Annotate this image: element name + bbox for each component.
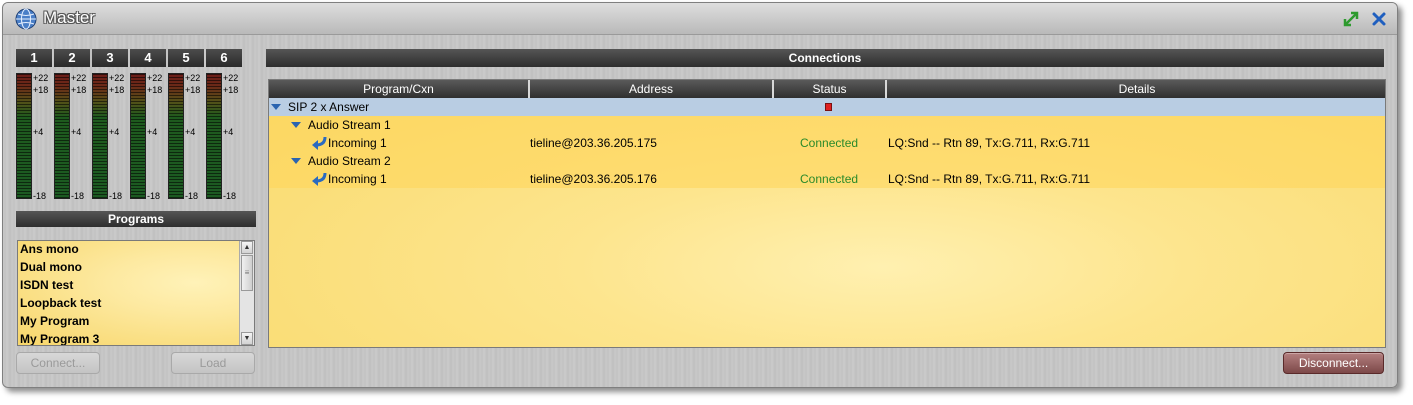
- table-row[interactable]: Audio Stream 1: [269, 116, 1385, 134]
- connection-address: tieline@203.36.205.176: [530, 172, 657, 186]
- meter-scale-label: +22: [71, 73, 87, 83]
- program-item-loopback-test[interactable]: Loopback test: [18, 295, 254, 313]
- globe-icon: [15, 8, 37, 30]
- connection-status: Connected: [800, 136, 859, 150]
- meter-scale-label: -18: [185, 191, 199, 201]
- incoming-arrow-icon: [310, 171, 328, 187]
- meter-bar: [168, 73, 184, 199]
- title-bar[interactable]: Master: [3, 3, 1397, 35]
- connection-details: LQ:Snd -- Rtn 89, Tx:G.711, Rx:G.711: [888, 172, 1091, 186]
- meter-channel-1-header: 1: [16, 49, 52, 67]
- stream-name: Audio Stream 2: [308, 154, 391, 168]
- level-meter-2: +22 +18 +4 -18: [54, 73, 90, 201]
- connection-address: tieline@203.36.205.175: [530, 136, 657, 150]
- connection-name: Incoming 1: [328, 136, 387, 150]
- meter-scale-label: -18: [109, 191, 123, 201]
- column-header-status[interactable]: Status: [774, 80, 887, 98]
- meter-scale-label: +4: [71, 127, 82, 137]
- meter-scale-label: +22: [223, 73, 239, 83]
- scroll-down-icon[interactable]: ▼: [241, 332, 253, 345]
- expand-triangle-icon[interactable]: [291, 122, 301, 128]
- table-row[interactable]: Incoming 1 tieline@203.36.205.176 Connec…: [269, 170, 1385, 188]
- connection-details: LQ:Snd -- Rtn 89, Tx:G.711, Rx:G.711: [888, 136, 1091, 150]
- meter-scale-label: -18: [33, 191, 47, 201]
- programs-scrollbar[interactable]: ▲ ≡ ▼: [239, 241, 254, 345]
- level-meter-3: +22 +18 +4 -18: [92, 73, 128, 201]
- program-item-dual-mono[interactable]: Dual mono: [18, 259, 254, 277]
- meter-scale-label: +4: [109, 127, 120, 137]
- meter-channel-4-header: 4: [130, 49, 166, 67]
- column-header-address[interactable]: Address: [530, 80, 774, 98]
- column-header-details[interactable]: Details: [887, 80, 1385, 98]
- disconnect-button[interactable]: Disconnect...: [1283, 352, 1384, 374]
- connections-header: Connections: [266, 49, 1384, 67]
- level-meter-1: +22 +18 +4 -18: [16, 73, 52, 201]
- meter-channel-2-header: 2: [54, 49, 90, 67]
- table-row[interactable]: SIP 2 x Answer: [269, 98, 1385, 116]
- program-name: SIP 2 x Answer: [288, 100, 370, 114]
- incoming-arrow-icon: [310, 135, 328, 151]
- load-button[interactable]: Load: [171, 352, 255, 374]
- meter-scale-label: +18: [147, 85, 163, 95]
- table-row[interactable]: Incoming 1 tieline@203.36.205.175 Connec…: [269, 134, 1385, 152]
- meter-scale-label: -18: [147, 191, 161, 201]
- expand-triangle-icon[interactable]: [291, 158, 301, 164]
- expand-icon[interactable]: [1343, 11, 1359, 27]
- meter-scale-label: +4: [33, 127, 44, 137]
- meter-scale-label: +4: [223, 127, 234, 137]
- meter-scale-label: +18: [71, 85, 87, 95]
- master-window: Master 1 2 3 4 5 6 +22 +18 +4 -18 +22 +1…: [2, 2, 1398, 388]
- meter-channel-3-header: 3: [92, 49, 128, 67]
- meter-bar: [16, 73, 32, 199]
- level-meter-4: +22 +18 +4 -18: [130, 73, 166, 201]
- scroll-up-icon[interactable]: ▲: [241, 241, 253, 254]
- program-item-my-program[interactable]: My Program: [18, 313, 254, 331]
- meter-scale-label: +18: [109, 85, 125, 95]
- meter-scale-label: +18: [223, 85, 239, 95]
- programs-list[interactable]: Ans mono Dual mono ISDN test Loopback te…: [17, 240, 255, 346]
- program-item-isdn-test[interactable]: ISDN test: [18, 277, 254, 295]
- close-icon[interactable]: [1371, 11, 1387, 27]
- level-meter-5: +22 +18 +4 -18: [168, 73, 204, 201]
- meter-bar: [54, 73, 70, 199]
- meter-bar: [130, 73, 146, 199]
- status-red-indicator-icon: [825, 103, 832, 111]
- meter-scale-label: +4: [185, 127, 196, 137]
- programs-header: Programs: [16, 211, 256, 227]
- scroll-thumb[interactable]: ≡: [241, 255, 253, 291]
- meter-scale-label: +4: [147, 127, 158, 137]
- connection-name: Incoming 1: [328, 172, 387, 186]
- connections-table[interactable]: Program/Cxn Address Status Details SIP 2…: [268, 79, 1386, 348]
- connection-status: Connected: [800, 172, 859, 186]
- meter-scale-label: +22: [33, 73, 49, 83]
- meter-channel-6-header: 6: [206, 49, 242, 67]
- expand-triangle-icon[interactable]: [271, 104, 281, 110]
- meter-scale-label: +22: [109, 73, 125, 83]
- meter-scale-label: +22: [185, 73, 201, 83]
- column-header-program[interactable]: Program/Cxn: [269, 80, 530, 98]
- meter-bar: [206, 73, 222, 199]
- meter-scale-label: -18: [71, 191, 85, 201]
- meter-scale-label: +18: [185, 85, 201, 95]
- level-meter-6: +22 +18 +4 -18: [206, 73, 242, 201]
- window-title: Master: [43, 8, 95, 27]
- meter-scale-label: +22: [147, 73, 163, 83]
- table-header: Program/Cxn Address Status Details: [269, 80, 1385, 98]
- meter-scale-label: -18: [223, 191, 237, 201]
- program-item-ans-mono[interactable]: Ans mono: [18, 241, 254, 259]
- meter-bar: [92, 73, 108, 199]
- table-row[interactable]: Audio Stream 2: [269, 152, 1385, 170]
- program-item-my-program-3[interactable]: My Program 3: [18, 331, 254, 345]
- connect-button[interactable]: Connect...: [16, 352, 100, 374]
- meter-channel-5-header: 5: [168, 49, 204, 67]
- stream-name: Audio Stream 1: [308, 118, 391, 132]
- meter-scale-label: +18: [33, 85, 49, 95]
